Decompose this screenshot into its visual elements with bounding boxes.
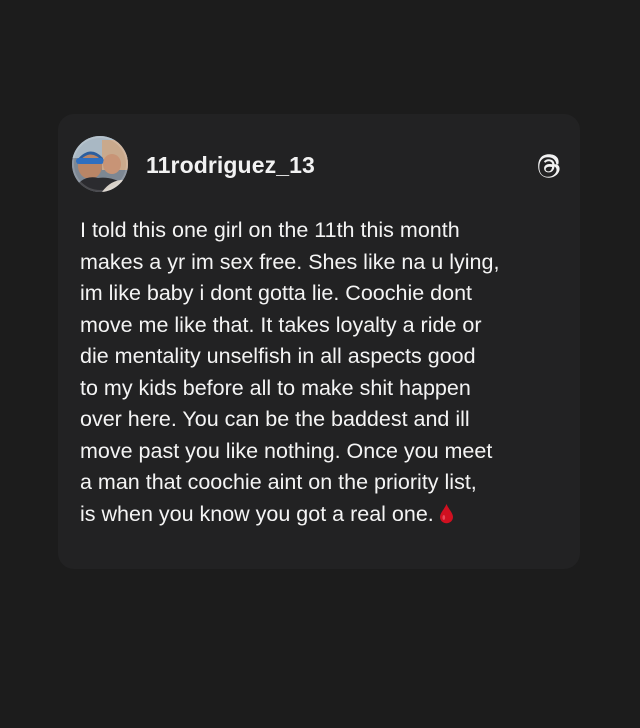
threads-post-card[interactable]: 11rodriguez_13 I told this one girl on t… — [58, 114, 580, 569]
threads-logo-icon[interactable] — [534, 152, 562, 180]
post-line: I told this one girl on the 11th this mo… — [80, 218, 460, 242]
post-line: move me like that. It takes loyalty a ri… — [80, 312, 482, 337]
avatar[interactable] — [72, 136, 128, 192]
post-body-text: I told this one girl on the 11th this mo… — [80, 215, 570, 530]
post-line: a man that coochie aint on the priority … — [80, 470, 477, 494]
post-line: makes a yr im sex free. Shes like na u l… — [80, 249, 500, 274]
post-line: over here. You can be the baddest and il… — [80, 407, 470, 431]
screenshot-canvas: 11rodriguez_13 I told this one girl on t… — [0, 0, 640, 728]
post-line: to my kids before all to make shit happe… — [80, 375, 471, 400]
post-line: is when you know you got a real one. — [80, 501, 434, 526]
post-username[interactable]: 11rodriguez_13 — [146, 152, 315, 178]
post-line: im like baby i dont gotta lie. Coochie d… — [80, 281, 473, 305]
blood-drop-icon — [439, 502, 454, 523]
profile-photo-icon — [72, 136, 128, 192]
post-line: die mentality unselfish in all aspects g… — [80, 344, 476, 368]
post-line: move past you like nothing. Once you mee… — [80, 438, 493, 463]
post-last-line: is when you know you got a real one. — [80, 499, 570, 531]
